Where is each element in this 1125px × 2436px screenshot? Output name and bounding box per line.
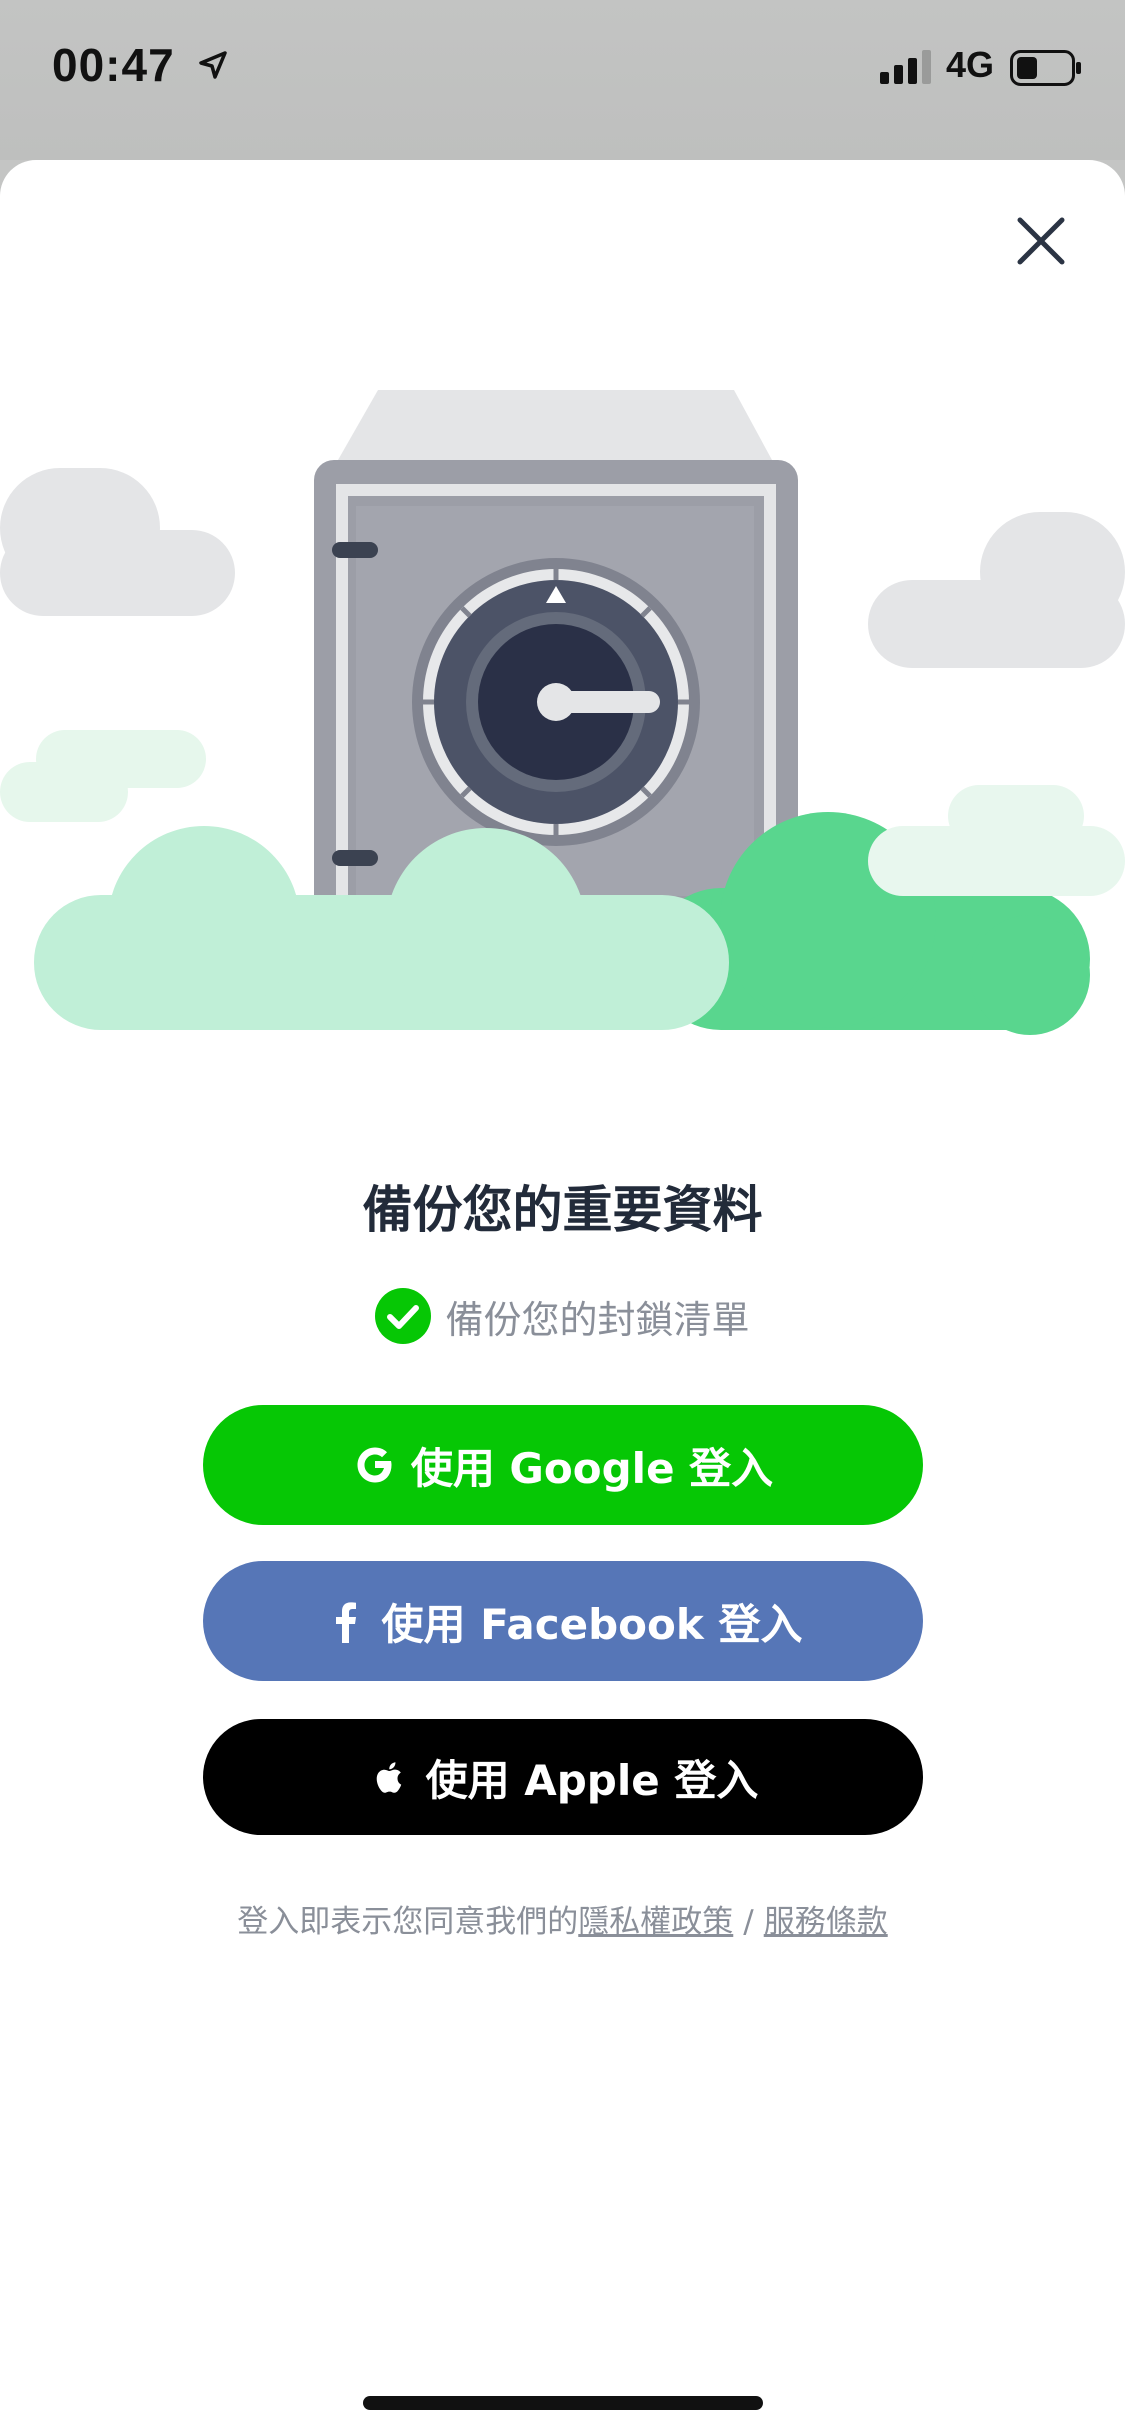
home-indicator[interactable] (363, 2396, 763, 2410)
legal-notice: 登入即表示您同意我們的隱私權政策 / 服務條款 (0, 1896, 1125, 1941)
google-icon (357, 1447, 392, 1483)
background-cloud-left (0, 468, 235, 616)
feature-item: 備份您的封鎖清單 (0, 1287, 1125, 1345)
status-time: 00:47 (52, 39, 175, 91)
faint-cloud-left (0, 730, 206, 822)
safe-illustration (0, 390, 1125, 1035)
close-icon[interactable] (1006, 206, 1076, 276)
facebook-login-button[interactable]: 使用 Facebook 登入 (203, 1561, 923, 1681)
apple-login-button[interactable]: 使用 Apple 登入 (203, 1719, 923, 1835)
apple-login-label: 使用 Apple 登入 (425, 1755, 759, 1805)
terms-of-service-link[interactable]: 服務條款 (764, 1904, 888, 1940)
google-login-button[interactable]: 使用 Google 登入 (203, 1405, 923, 1525)
legal-prefix: 登入即表示您同意我們的 (237, 1904, 579, 1940)
feature-label: 備份您的封鎖清單 (445, 1297, 750, 1342)
privacy-policy-link[interactable]: 隱私權政策 (578, 1904, 733, 1940)
battery-icon (1010, 50, 1081, 86)
background-cloud-right (868, 512, 1125, 668)
status-bar: 00:47 4G (0, 0, 1125, 160)
check-circle-icon (375, 1288, 432, 1344)
legal-separator: / (743, 1904, 754, 1940)
facebook-login-label: 使用 Facebook 登入 (381, 1599, 803, 1649)
network-type: 4G (946, 44, 995, 85)
page-title: 備份您的重要資料 (362, 1181, 763, 1239)
location-arrow-icon (199, 51, 227, 79)
apple-icon (376, 1762, 401, 1793)
google-login-label: 使用 Google 登入 (410, 1443, 774, 1493)
facebook-icon (335, 1602, 356, 1643)
faint-cloud-right (868, 785, 1125, 896)
cellular-signal-icon (880, 50, 931, 84)
